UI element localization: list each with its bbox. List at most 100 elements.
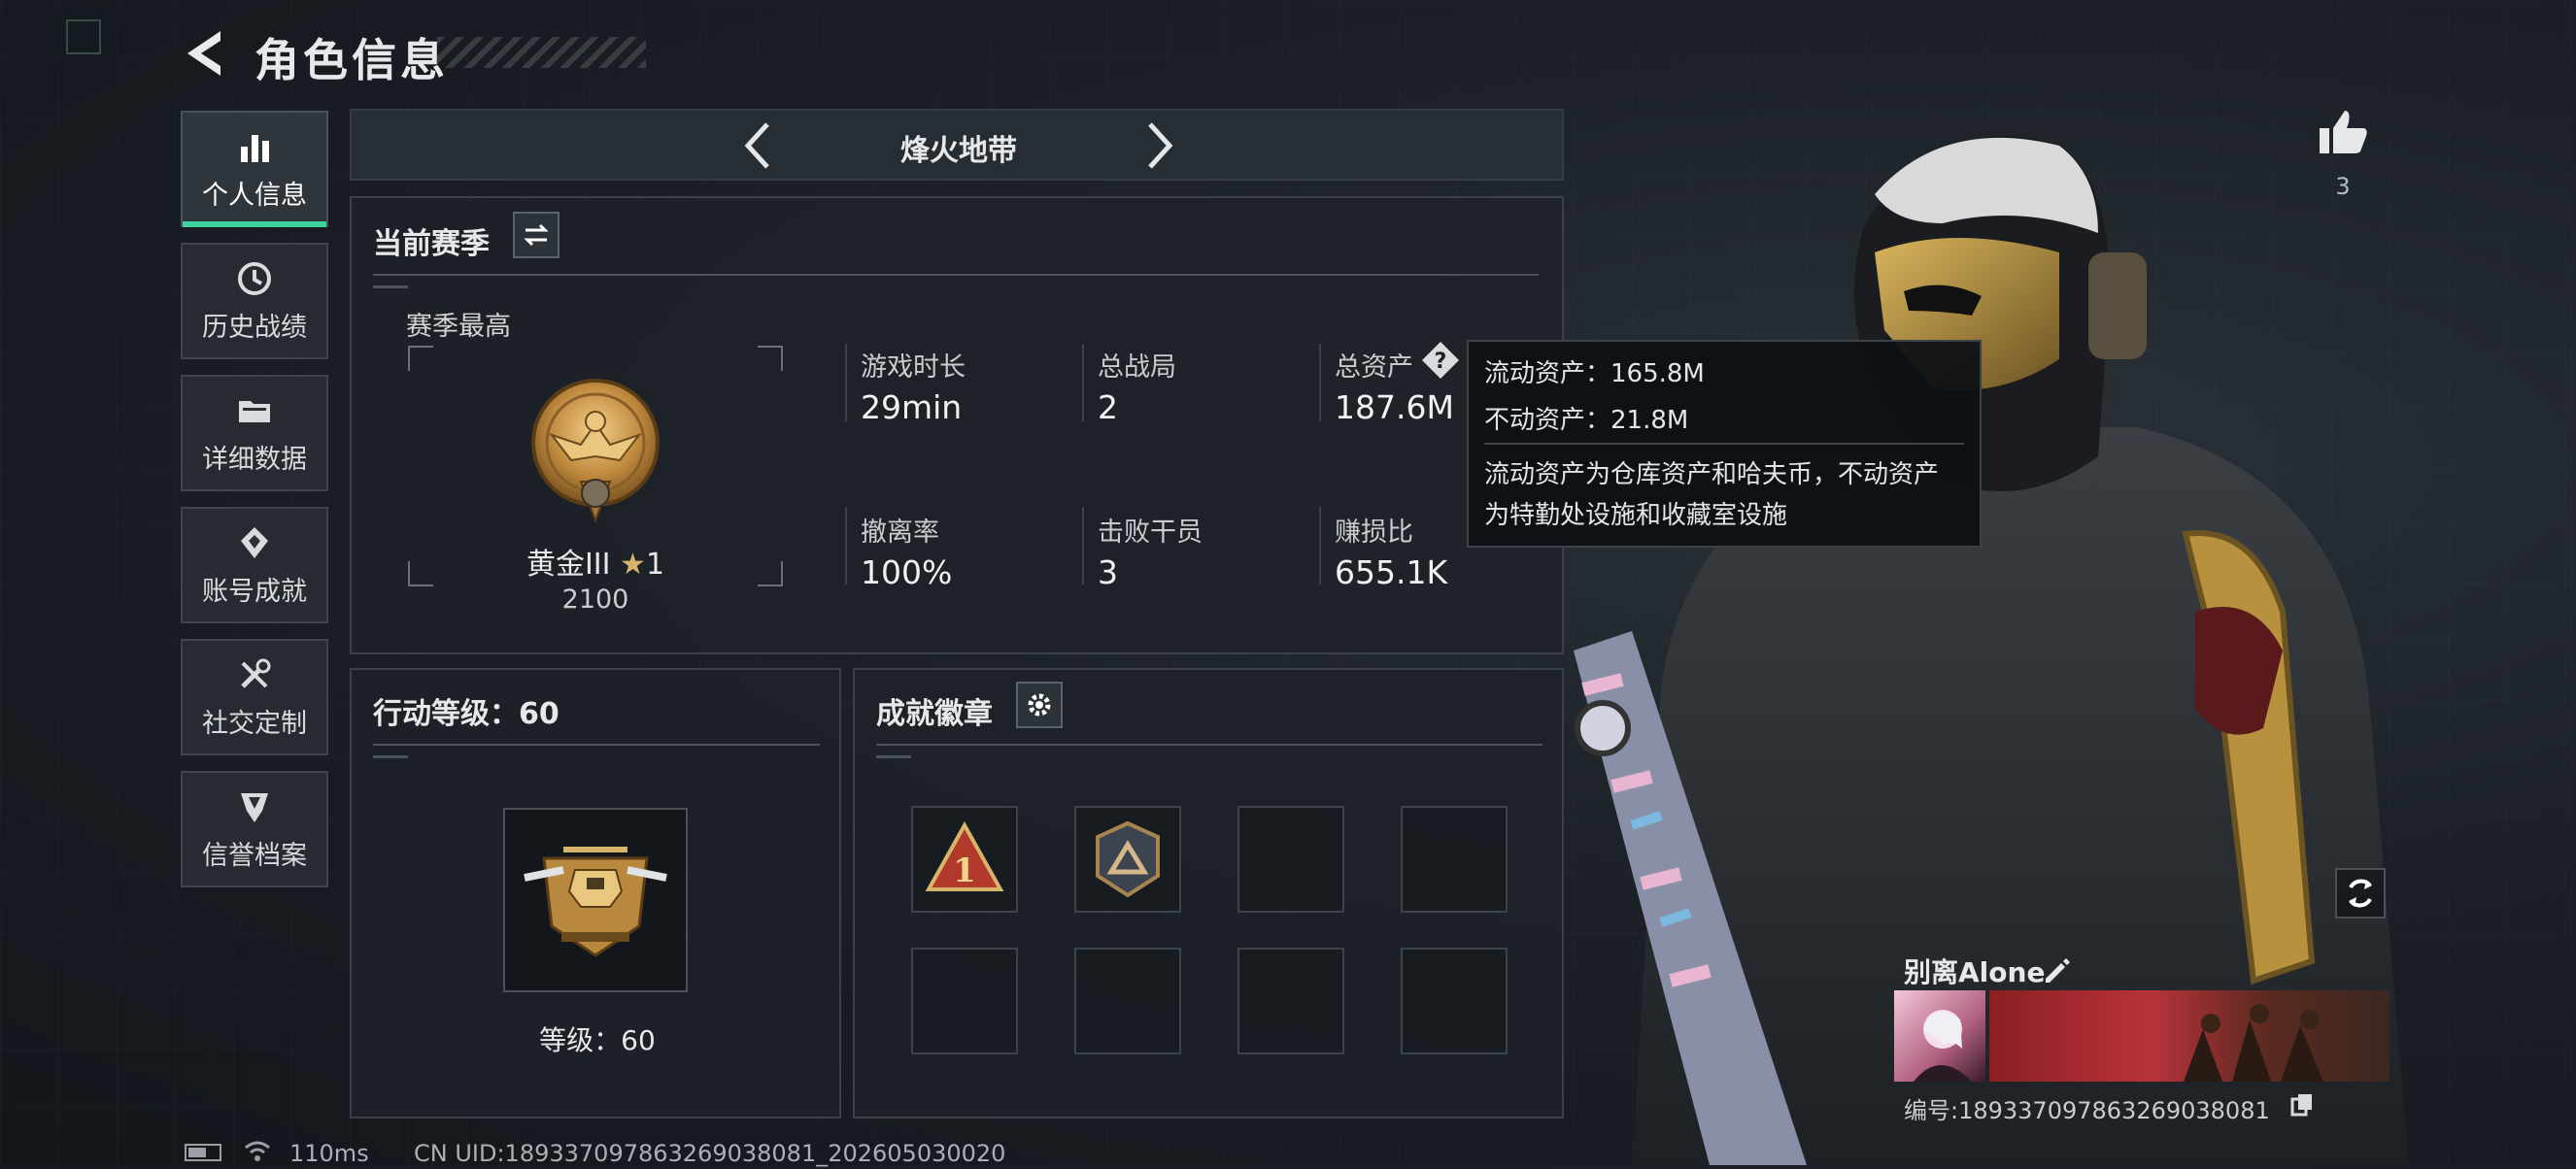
star-icon: ★ bbox=[620, 548, 646, 582]
rotate-view-button[interactable] bbox=[2335, 868, 2386, 918]
player-name: 别离Alone bbox=[1904, 956, 2046, 988]
season-title: 当前赛季 bbox=[373, 227, 490, 261]
badge-slot-8[interactable] bbox=[1401, 948, 1508, 1054]
folder-icon bbox=[239, 400, 270, 422]
badge-slot-3[interactable] bbox=[1237, 806, 1344, 913]
stat-separator bbox=[1082, 344, 1084, 421]
mode-selector: 烽火地带 bbox=[350, 109, 1564, 181]
svg-text:?: ? bbox=[1435, 350, 1447, 374]
tooltip-fixed-assets: 不动资产：21.8M bbox=[1484, 406, 1689, 435]
action-level-panel: 行动等级：60 等级：60 bbox=[350, 668, 841, 1119]
stat-separator bbox=[1082, 507, 1084, 584]
battery-icon bbox=[185, 1144, 221, 1161]
rank-name: 黄金III bbox=[525, 548, 611, 582]
pencil-icon bbox=[2046, 958, 2070, 983]
sidebar-item-label: 账号成就 bbox=[202, 576, 307, 607]
badge-slot-2[interactable] bbox=[1074, 806, 1181, 913]
stat-playtime-label: 游戏时长 bbox=[861, 352, 966, 383]
like-button[interactable] bbox=[2316, 105, 2370, 159]
gear-icon bbox=[1028, 693, 1051, 717]
sidebar-item-reputation[interactable]: 信誉档案 bbox=[181, 771, 328, 887]
back-arrow-icon bbox=[187, 31, 220, 76]
gold-eagle-emblem-icon bbox=[531, 379, 660, 523]
page-title: 角色信息 bbox=[254, 34, 449, 86]
badge-slot-1[interactable]: 1 bbox=[911, 806, 1018, 913]
season-panel: 当前赛季 赛季最高 黄金III ★1 2100 游戏时长 29min 总战局 2… bbox=[350, 196, 1564, 654]
stat-matches-value: 2 bbox=[1098, 388, 1118, 426]
stat-playtime-value: 29min bbox=[861, 388, 963, 426]
triangle-badge-icon bbox=[1096, 820, 1160, 898]
sidebar-item-label: 历史战绩 bbox=[202, 312, 307, 343]
wifi-icon bbox=[243, 1138, 272, 1163]
action-level-title: 行动等级：60 bbox=[373, 697, 559, 731]
chevron-right-icon bbox=[1148, 122, 1173, 169]
stat-kills-value: 3 bbox=[1098, 553, 1118, 591]
back-button[interactable] bbox=[180, 27, 228, 80]
divider bbox=[876, 744, 1542, 746]
stat-assets-value: 187.6M bbox=[1335, 388, 1454, 426]
squad-banner-image bbox=[2184, 1004, 2323, 1082]
question-icon: ? bbox=[1422, 342, 1459, 379]
swap-icon bbox=[524, 223, 549, 247]
svg-text:1: 1 bbox=[953, 852, 976, 890]
divider-tick bbox=[373, 285, 408, 288]
stat-separator bbox=[845, 344, 847, 421]
divider-tick bbox=[373, 755, 408, 758]
stat-separator bbox=[845, 507, 847, 584]
divider bbox=[373, 744, 820, 746]
switch-season-button[interactable] bbox=[513, 212, 559, 258]
assets-help-button[interactable]: ? bbox=[1420, 340, 1461, 381]
tooltip-divider bbox=[1484, 443, 1964, 445]
season-best-label: 赛季最高 bbox=[406, 312, 511, 342]
achievement-icon bbox=[241, 526, 268, 558]
tools-icon bbox=[241, 658, 271, 688]
sidebar-item-social[interactable]: 社交定制 bbox=[181, 639, 328, 755]
level-text: 等级：60 bbox=[539, 1024, 656, 1056]
ping-value: 110ms bbox=[289, 1140, 369, 1167]
player-avatar[interactable] bbox=[1894, 990, 1985, 1082]
sidebar-item-label: 详细数据 bbox=[202, 444, 307, 475]
stat-extract-rate-value: 100% bbox=[861, 553, 953, 591]
achievement-panel: 成就徽章 1 bbox=[853, 668, 1564, 1119]
stat-separator bbox=[1319, 507, 1321, 584]
badge-slot-5[interactable] bbox=[911, 948, 1018, 1054]
copy-icon bbox=[2290, 1094, 2312, 1117]
stat-assets-label: 总资产 bbox=[1335, 352, 1413, 383]
sidebar-item-detailed-data[interactable]: 详细数据 bbox=[181, 375, 328, 491]
badge-slot-7[interactable] bbox=[1237, 948, 1344, 1054]
tooltip-description-1: 流动资产为仓库资产和哈夫币，不动资产 bbox=[1484, 460, 1940, 489]
divider-tick bbox=[876, 755, 911, 758]
player-banner[interactable] bbox=[1989, 990, 2390, 1082]
rank-1-badge-icon: 1 bbox=[925, 820, 1004, 891]
sidebar-item-personal-info[interactable]: 个人信息 bbox=[181, 111, 328, 227]
like-count: 3 bbox=[2335, 173, 2351, 200]
sidebar-item-history[interactable]: 历史战绩 bbox=[181, 243, 328, 359]
thumbs-up-icon bbox=[2320, 111, 2367, 153]
player-id: 编号:1893370978632690380​81 bbox=[1904, 1097, 2270, 1124]
assets-tooltip: 流动资产：165.8M 不动资产：21.8M 流动资产为仓库资产和哈夫币，不动资… bbox=[1467, 340, 1982, 548]
bar-chart-icon bbox=[241, 134, 269, 162]
badge-slot-4[interactable] bbox=[1401, 806, 1508, 913]
rank-emblem bbox=[523, 375, 668, 530]
next-mode-button[interactable] bbox=[1140, 118, 1179, 173]
sidebar-item-label: 个人信息 bbox=[202, 180, 307, 211]
achievement-settings-button[interactable] bbox=[1016, 682, 1063, 728]
rank-info: 黄金III ★1 bbox=[408, 540, 783, 583]
mode-title: 烽火地带 bbox=[900, 134, 1017, 168]
rank-stars: 1 bbox=[645, 548, 665, 582]
edit-name-button[interactable] bbox=[2040, 953, 2073, 986]
avatar-portrait-icon bbox=[1914, 1010, 1972, 1082]
badge-slot-6[interactable] bbox=[1074, 948, 1181, 1054]
uid-text: CN UID:18933709786326903808​1_2026050300… bbox=[414, 1140, 1006, 1167]
copy-id-button[interactable] bbox=[2288, 1091, 2316, 1119]
corner-decoration bbox=[66, 19, 101, 54]
helicopter-badge-icon bbox=[524, 847, 667, 957]
sidebar-item-label: 社交定制 bbox=[202, 708, 307, 739]
achievement-title: 成就徽章 bbox=[876, 697, 993, 731]
sidebar-item-label: 信誉档案 bbox=[202, 840, 307, 871]
sidebar-item-achievements[interactable]: 账号成就 bbox=[181, 507, 328, 623]
stat-matches-label: 总战局 bbox=[1098, 352, 1176, 383]
stat-extract-rate-label: 撤离率 bbox=[861, 518, 939, 548]
refresh-icon bbox=[2349, 879, 2372, 908]
divider bbox=[373, 274, 1539, 276]
